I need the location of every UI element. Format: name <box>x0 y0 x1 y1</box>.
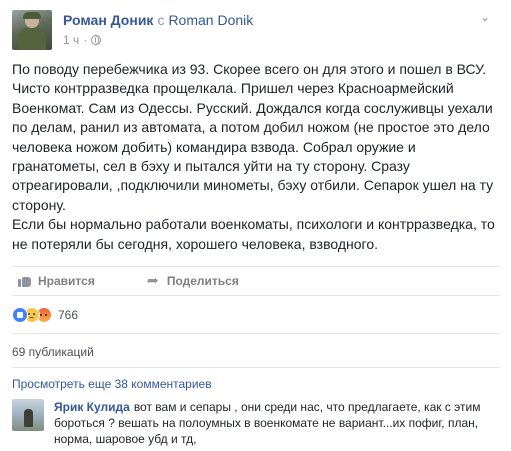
shares-count-link[interactable]: 69 публикаций <box>12 345 94 359</box>
reactions-summary[interactable]: 766 <box>12 305 78 325</box>
like-label: Нравится <box>38 274 95 288</box>
post-timestamp[interactable]: 1 ч <box>63 33 79 47</box>
avatar-figure <box>24 409 33 427</box>
commenter-avatar[interactable] <box>12 399 44 431</box>
facebook-post: Роман Доник с Roman Donik 1 ч · ⌄ По повод… <box>0 0 511 451</box>
commenter-name-link[interactable]: Ярик Кулида <box>54 400 130 414</box>
post-meta: 1 ч · <box>63 33 102 47</box>
avatar-figure-body <box>18 28 46 50</box>
reaction-count: 766 <box>58 308 79 322</box>
chevron-down-icon[interactable]: ⌄ <box>476 10 494 24</box>
share-arrow-icon <box>147 272 161 289</box>
post-actions-bar: Нравится Поделиться <box>12 266 500 296</box>
globe-icon[interactable] <box>91 35 102 45</box>
divider <box>12 333 500 334</box>
post-text: По поводу перебежчика из 93. Скорее всег… <box>12 61 495 252</box>
author-name-link[interactable]: Роман Доник <box>63 12 153 28</box>
author-line: Роман Доник с Roman Donik <box>63 12 253 28</box>
view-more-comments-link[interactable]: Просмотреть еще 38 комментариев <box>12 377 212 391</box>
avatar-figure-cap <box>23 12 41 19</box>
author-avatar[interactable] <box>12 10 52 50</box>
with-label: с <box>157 12 165 28</box>
meta-separator: · <box>83 33 88 47</box>
share-label: Поделиться <box>166 274 239 288</box>
like-reaction-icon <box>12 307 28 323</box>
like-button[interactable]: Нравится <box>12 274 101 288</box>
coauthor-name-link[interactable]: Roman Donik <box>168 12 253 28</box>
thumbs-up-icon <box>18 274 32 288</box>
divider <box>12 367 500 368</box>
share-button[interactable]: Поделиться <box>141 272 245 289</box>
comment-body: Ярик Кулида вот вам и сепары , они среди … <box>54 399 500 447</box>
post-header: Роман Доник с Roman Donik 1 ч · ⌄ <box>12 10 502 50</box>
